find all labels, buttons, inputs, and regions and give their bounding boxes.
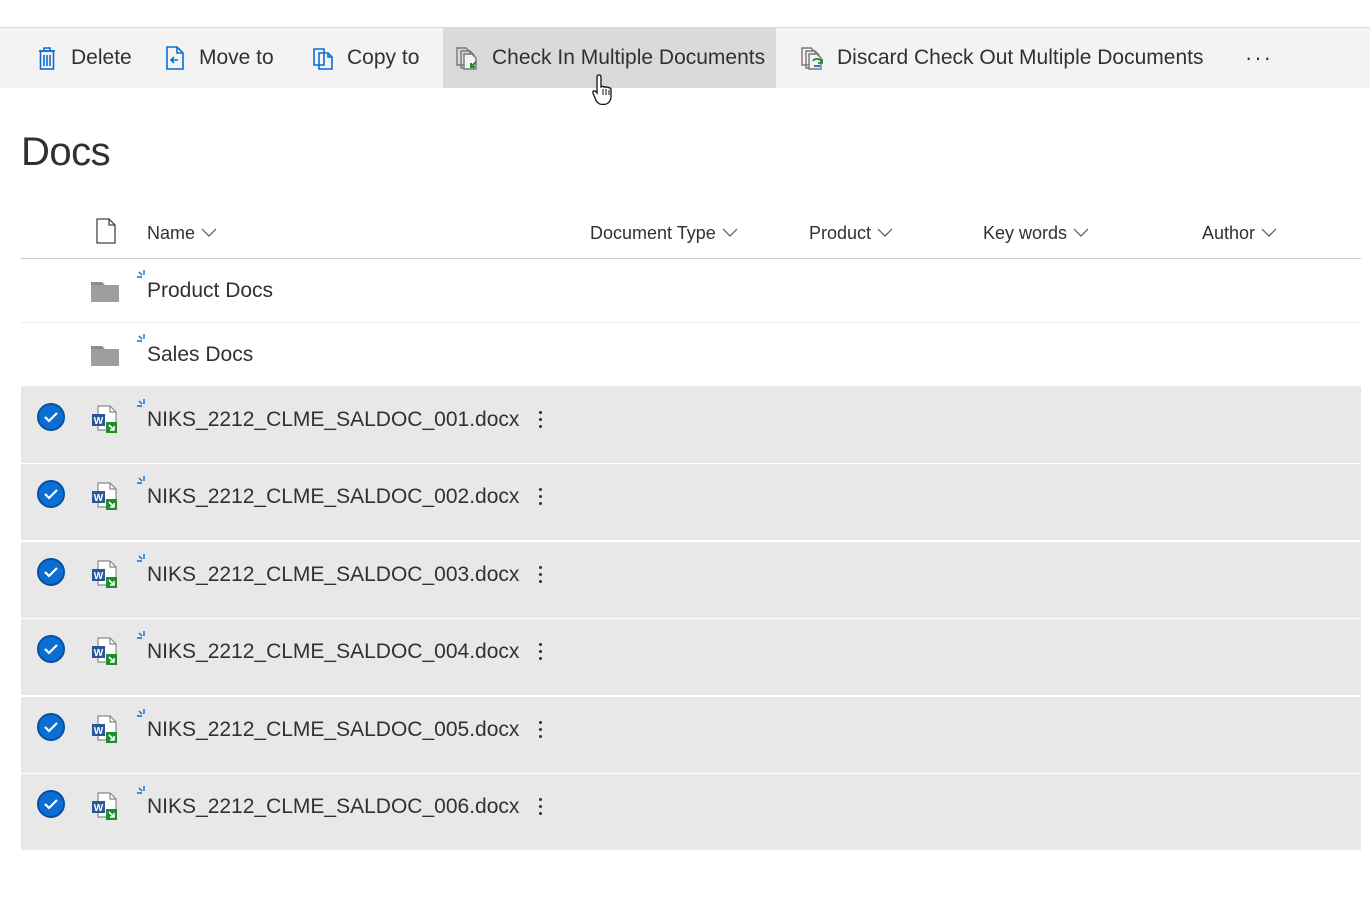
file-name-link[interactable]: NIKS_2212_CLME_SALDOC_006.docx bbox=[147, 795, 519, 819]
svg-text:W: W bbox=[94, 571, 104, 582]
move-to-label: Move to bbox=[199, 46, 274, 69]
chevron-down-icon bbox=[201, 228, 217, 238]
chevron-down-icon bbox=[722, 228, 738, 238]
svg-text:W: W bbox=[94, 803, 104, 814]
document-type-column-header[interactable]: Document Type bbox=[590, 207, 738, 259]
delete-button[interactable]: Delete bbox=[22, 28, 144, 88]
selected-checkmark-icon[interactable] bbox=[37, 713, 65, 741]
word-document-icon: W bbox=[90, 559, 120, 589]
chevron-down-icon bbox=[1261, 228, 1277, 238]
name-column-header[interactable]: Name bbox=[147, 207, 217, 259]
move-icon bbox=[162, 45, 188, 71]
product-column-header[interactable]: Product bbox=[809, 207, 893, 259]
selected-checkmark-icon[interactable] bbox=[37, 790, 65, 818]
more-actions-icon[interactable] bbox=[528, 714, 552, 744]
svg-text:W: W bbox=[94, 416, 104, 427]
copy-to-label: Copy to bbox=[347, 46, 420, 69]
word-document-icon: W bbox=[90, 481, 120, 511]
folder-icon bbox=[90, 276, 120, 306]
chevron-down-icon bbox=[877, 228, 893, 238]
folder-name-link[interactable]: Sales Docs bbox=[147, 343, 253, 367]
selected-checkmark-icon[interactable] bbox=[37, 558, 65, 586]
file-row[interactable]: W NIKS_2212_CLME_SALDOC_005.docx bbox=[21, 697, 1361, 774]
discard-checkout-multiple-button[interactable]: Discard Check Out Multiple Documents bbox=[788, 28, 1215, 88]
folder-row[interactable]: Product Docs bbox=[21, 259, 1361, 323]
file-row[interactable]: W NIKS_2212_CLME_SALDOC_006.docx bbox=[21, 774, 1361, 851]
selected-checkmark-icon[interactable] bbox=[37, 480, 65, 508]
trash-icon bbox=[34, 45, 60, 71]
copy-to-button[interactable]: Copy to bbox=[298, 28, 431, 88]
svg-text:W: W bbox=[94, 726, 104, 737]
file-name-link[interactable]: NIKS_2212_CLME_SALDOC_001.docx bbox=[147, 408, 519, 432]
word-document-icon: W bbox=[90, 791, 120, 821]
file-name-link[interactable]: NIKS_2212_CLME_SALDOC_005.docx bbox=[147, 718, 519, 742]
word-document-icon: W bbox=[90, 404, 120, 434]
chevron-down-icon bbox=[1073, 228, 1089, 238]
command-bar: Delete Move to Copy to Check In Multiple… bbox=[0, 27, 1370, 88]
more-actions-icon[interactable] bbox=[528, 791, 552, 821]
file-name-link[interactable]: NIKS_2212_CLME_SALDOC_004.docx bbox=[147, 640, 519, 664]
file-type-icon bbox=[95, 217, 117, 249]
copy-icon bbox=[310, 45, 336, 71]
discard-checkout-multiple-label: Discard Check Out Multiple Documents bbox=[837, 46, 1204, 69]
file-row[interactable]: W NIKS_2212_CLME_SALDOC_003.docx bbox=[21, 542, 1361, 619]
file-row[interactable]: W NIKS_2212_CLME_SALDOC_002.docx bbox=[21, 464, 1361, 541]
more-commands-button[interactable]: ··· bbox=[1236, 28, 1282, 88]
word-document-icon: W bbox=[90, 636, 120, 666]
file-row[interactable]: W NIKS_2212_CLME_SALDOC_001.docx bbox=[21, 387, 1361, 464]
file-name-link[interactable]: NIKS_2212_CLME_SALDOC_003.docx bbox=[147, 563, 519, 587]
folder-icon bbox=[90, 340, 120, 370]
discard-checkout-icon bbox=[800, 45, 826, 71]
check-in-icon bbox=[455, 45, 481, 71]
file-row[interactable]: W NIKS_2212_CLME_SALDOC_004.docx bbox=[21, 619, 1361, 696]
more-actions-icon[interactable] bbox=[528, 559, 552, 589]
more-actions-icon[interactable] bbox=[528, 404, 552, 434]
check-in-multiple-button[interactable]: Check In Multiple Documents bbox=[443, 28, 776, 88]
more-icon: ··· bbox=[1245, 45, 1273, 70]
page-title: Docs bbox=[21, 130, 111, 174]
file-type-column-header[interactable] bbox=[95, 207, 117, 259]
key-words-column-header[interactable]: Key words bbox=[983, 207, 1089, 259]
more-actions-icon[interactable] bbox=[528, 636, 552, 666]
svg-text:W: W bbox=[94, 648, 104, 659]
delete-label: Delete bbox=[71, 46, 132, 69]
word-document-icon: W bbox=[90, 714, 120, 744]
check-in-multiple-label: Check In Multiple Documents bbox=[492, 46, 766, 69]
author-column-header[interactable]: Author bbox=[1202, 207, 1277, 259]
folder-row[interactable]: Sales Docs bbox=[21, 323, 1361, 387]
folder-name-link[interactable]: Product Docs bbox=[147, 279, 273, 303]
more-actions-icon[interactable] bbox=[528, 481, 552, 511]
selected-checkmark-icon[interactable] bbox=[37, 403, 65, 431]
column-header-row: Name Document Type Product Key words Aut… bbox=[21, 207, 1361, 259]
selected-checkmark-icon[interactable] bbox=[37, 635, 65, 663]
move-to-button[interactable]: Move to bbox=[150, 28, 286, 88]
file-name-link[interactable]: NIKS_2212_CLME_SALDOC_002.docx bbox=[147, 485, 519, 509]
svg-text:W: W bbox=[94, 493, 104, 504]
